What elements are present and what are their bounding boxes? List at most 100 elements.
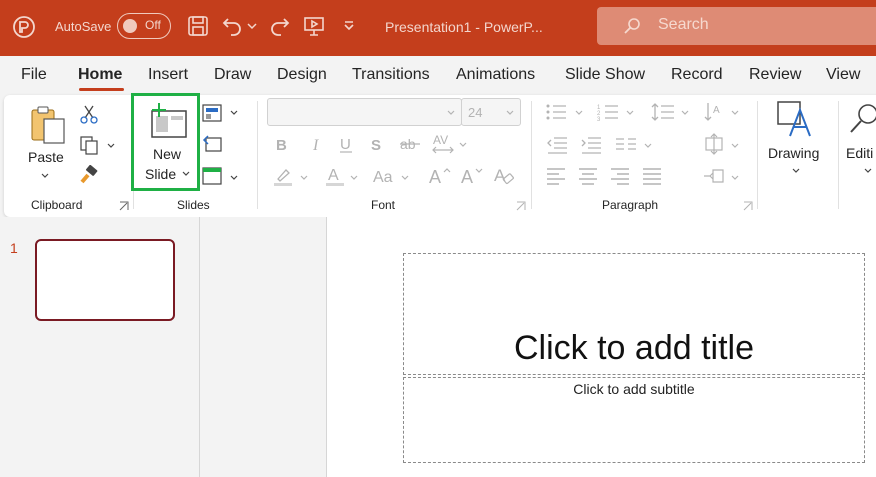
font-name-combo[interactable] (267, 98, 462, 126)
font-size-combo[interactable]: 24 (461, 98, 521, 126)
svg-text:A: A (461, 167, 473, 187)
bullets-dropdown-icon[interactable] (575, 110, 583, 116)
font-launcher-icon[interactable] (516, 201, 526, 211)
font-size-value: 24 (468, 105, 483, 120)
search-box[interactable]: Search (597, 7, 876, 45)
center-icon[interactable] (578, 167, 598, 185)
line-spacing-dropdown-icon[interactable] (681, 110, 689, 116)
subtitle-placeholder[interactable]: Click to add subtitle (403, 377, 865, 463)
layout-dropdown-icon[interactable] (230, 110, 238, 116)
tab-transitions[interactable]: Transitions (352, 66, 430, 84)
title-placeholder[interactable]: Click to add title (403, 253, 865, 375)
svg-text:A: A (494, 166, 506, 185)
title-bar: AutoSave Off Presentation1 - PowerP... S… (0, 0, 876, 56)
format-painter-icon[interactable] (79, 165, 99, 185)
tab-review[interactable]: Review (749, 66, 801, 84)
drawing-dropdown-icon[interactable] (792, 168, 800, 174)
paste-label[interactable]: Paste (28, 149, 64, 165)
columns-icon[interactable] (615, 136, 637, 154)
align-right-icon[interactable] (610, 167, 630, 185)
slide-thumbnail[interactable] (35, 239, 175, 321)
paste-icon[interactable] (30, 105, 66, 145)
tab-record[interactable]: Record (671, 66, 723, 84)
decrease-indent-icon[interactable] (546, 136, 568, 154)
tab-view[interactable]: View (826, 66, 860, 84)
section-icon[interactable] (202, 167, 222, 185)
change-case-dropdown-icon[interactable] (401, 175, 409, 181)
svg-text:U: U (340, 136, 351, 153)
editing-label[interactable]: Editi (846, 145, 873, 161)
layout-icon[interactable] (202, 104, 222, 122)
ribbon-tabs: File Home Insert Draw Design Transitions… (0, 56, 876, 94)
align-text-icon[interactable] (703, 133, 725, 155)
text-direction-dropdown-icon[interactable] (731, 110, 739, 116)
font-color-dropdown-icon[interactable] (350, 175, 358, 181)
reset-icon[interactable] (202, 135, 222, 153)
smartart-icon[interactable] (703, 167, 725, 185)
svg-text:A: A (713, 105, 720, 116)
align-text-dropdown-icon[interactable] (731, 143, 739, 149)
clipboard-launcher-icon[interactable] (119, 201, 129, 211)
numbering-dropdown-icon[interactable] (626, 110, 634, 116)
numbering-icon[interactable]: 123 (597, 103, 619, 121)
smartart-dropdown-icon[interactable] (731, 175, 739, 181)
paragraph-launcher-icon[interactable] (743, 201, 753, 211)
copy-dropdown-icon[interactable] (107, 143, 115, 149)
tab-insert[interactable]: Insert (148, 66, 188, 84)
drawing-label[interactable]: Drawing (768, 145, 819, 161)
clear-formatting-icon[interactable]: A (494, 165, 516, 187)
justify-icon[interactable] (642, 167, 662, 185)
editing-icon[interactable] (848, 102, 876, 136)
paragraph-group-label: Paragraph (602, 198, 659, 212)
tab-home[interactable]: Home (78, 66, 122, 84)
tab-design[interactable]: Design (277, 66, 327, 84)
subtitle-placeholder-text: Click to add subtitle (573, 381, 695, 397)
editing-dropdown-icon[interactable] (864, 168, 872, 174)
tab-file[interactable]: File (21, 66, 47, 84)
section-dropdown-icon[interactable] (230, 175, 238, 181)
autosave-state: Off (145, 18, 161, 32)
columns-dropdown-icon[interactable] (644, 143, 652, 149)
tab-slide-show[interactable]: Slide Show (565, 66, 645, 84)
bold-icon[interactable]: B (275, 136, 289, 152)
powerpoint-logo-icon[interactable] (12, 15, 36, 39)
title-placeholder-text: Click to add title (514, 329, 754, 367)
slides-group-label: Slides (177, 198, 210, 212)
character-spacing-dropdown-icon[interactable] (459, 142, 467, 148)
toggle-knob (123, 19, 137, 33)
tab-draw[interactable]: Draw (214, 66, 251, 84)
increase-indent-icon[interactable] (580, 136, 602, 154)
cut-icon[interactable] (80, 104, 98, 124)
change-case-icon[interactable]: Aa (373, 167, 397, 185)
paste-dropdown-icon[interactable] (41, 173, 49, 179)
text-direction-icon[interactable]: A (703, 101, 725, 123)
undo-dropdown-icon[interactable] (246, 14, 258, 38)
align-left-icon[interactable] (546, 167, 566, 185)
autosave-toggle[interactable]: Off (117, 13, 171, 39)
tab-animations[interactable]: Animations (456, 66, 535, 84)
character-spacing-icon[interactable]: AV (432, 132, 454, 154)
increase-font-icon[interactable]: A (429, 165, 453, 187)
shadow-icon[interactable]: S (370, 136, 386, 152)
line-spacing-icon[interactable] (651, 102, 675, 122)
italic-icon[interactable]: I (310, 136, 324, 152)
undo-icon[interactable] (220, 14, 244, 38)
svg-text:A: A (429, 167, 441, 187)
copy-icon[interactable] (79, 135, 99, 155)
strikethrough-icon[interactable]: ab (400, 136, 422, 152)
decrease-font-icon[interactable]: A (461, 165, 485, 187)
group-separator (838, 101, 839, 209)
save-icon[interactable] (186, 14, 210, 38)
bullets-icon[interactable] (545, 103, 567, 121)
drawing-icon[interactable] (776, 100, 814, 138)
highlight-icon[interactable] (272, 167, 294, 187)
customize-icon[interactable] (337, 14, 361, 38)
font-size-dropdown-icon (506, 110, 514, 115)
redo-icon[interactable] (268, 14, 292, 38)
highlight-dropdown-icon[interactable] (300, 175, 308, 181)
present-icon[interactable] (302, 14, 326, 38)
font-color-icon[interactable]: A (325, 165, 345, 187)
svg-text:B: B (276, 137, 287, 152)
underline-icon[interactable]: U (339, 136, 353, 154)
slide-number: 1 (10, 240, 18, 256)
